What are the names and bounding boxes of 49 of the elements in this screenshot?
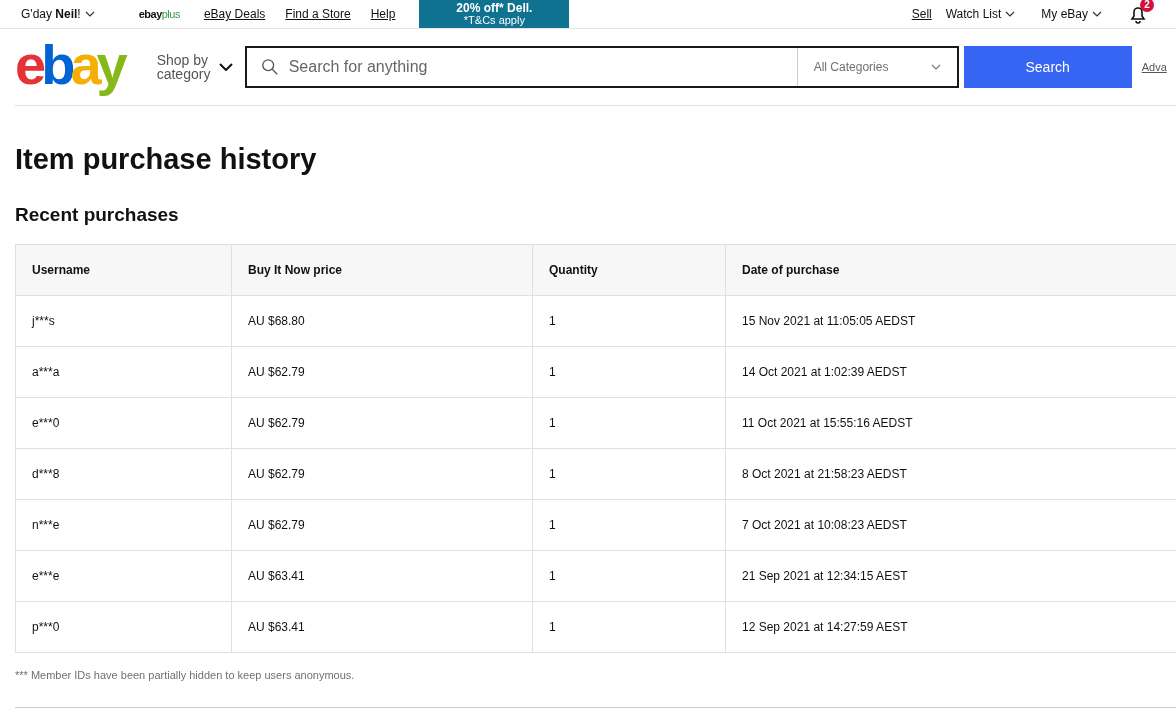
section-title: Recent purchases xyxy=(15,204,180,226)
table-cell: 1 xyxy=(532,499,726,551)
table-cell: d***8 xyxy=(15,448,232,500)
top-link[interactable]: eBay Deals xyxy=(203,7,266,21)
table-cell: e***0 xyxy=(15,397,232,449)
ebay-plus-link[interactable]: ebayplus xyxy=(138,8,180,20)
chevron-icon xyxy=(84,11,95,17)
chevron-icon xyxy=(1092,11,1102,17)
column-header: Date of purchase xyxy=(725,244,1176,296)
chevron-icon[interactable] xyxy=(218,63,233,71)
table-cell: AU $63.41 xyxy=(231,601,533,653)
top-link[interactable]: Help xyxy=(370,7,396,21)
category-dropdown[interactable]: All Categories xyxy=(796,48,957,86)
table-cell: AU $62.79 xyxy=(231,346,533,398)
greeting-menu[interactable]: G'day Neil! xyxy=(21,7,95,21)
table-cell: p***0 xyxy=(15,601,232,653)
table-cell: j***s xyxy=(15,295,232,347)
table-cell: AU $68.80 xyxy=(231,295,533,347)
top-menu[interactable]: Watch List xyxy=(945,7,1016,21)
search-button[interactable]: Search xyxy=(963,46,1132,88)
table-cell: 1 xyxy=(532,295,726,347)
table-cell: e***e xyxy=(15,550,232,602)
search-icon xyxy=(260,58,279,76)
table-cell: 1 xyxy=(532,550,726,602)
table-cell: AU $62.79 xyxy=(231,397,533,449)
column-header: Buy It Now price xyxy=(231,244,533,296)
chevron-icon xyxy=(930,64,941,70)
sell-link[interactable]: Sell xyxy=(911,7,932,21)
page-title: Item purchase history xyxy=(15,142,318,176)
column-header: Quantity xyxy=(532,244,726,296)
table-cell: 1 xyxy=(532,448,726,500)
shop-by-category-button[interactable]: Shop by category xyxy=(156,53,213,81)
top-link[interactable]: Find a Store xyxy=(285,7,351,21)
advanced-link[interactable]: Adva xyxy=(1141,61,1167,73)
table-cell: AU $63.41 xyxy=(231,550,533,602)
column-header: Username xyxy=(15,244,232,296)
notification-badge: 2 xyxy=(1140,0,1154,12)
chevron-icon xyxy=(1005,11,1016,17)
footnote: *** Member IDs have been partially hidden to keep users anonymous. xyxy=(15,669,1176,708)
table-cell: n***e xyxy=(15,499,232,551)
top-menu[interactable]: My eBay xyxy=(1041,7,1102,21)
table-cell: a***a xyxy=(15,346,232,398)
table-cell: 1 xyxy=(532,601,726,653)
table-cell: AU $62.79 xyxy=(231,499,533,551)
table-cell: AU $62.79 xyxy=(231,448,533,500)
search-field[interactable]: Search for anything All Categories xyxy=(244,46,959,88)
table-cell: 1 xyxy=(532,397,726,449)
promo-banner[interactable]: 20% off* Dell. *T&Cs apply xyxy=(419,0,570,28)
table-cell: 1 xyxy=(532,346,726,398)
